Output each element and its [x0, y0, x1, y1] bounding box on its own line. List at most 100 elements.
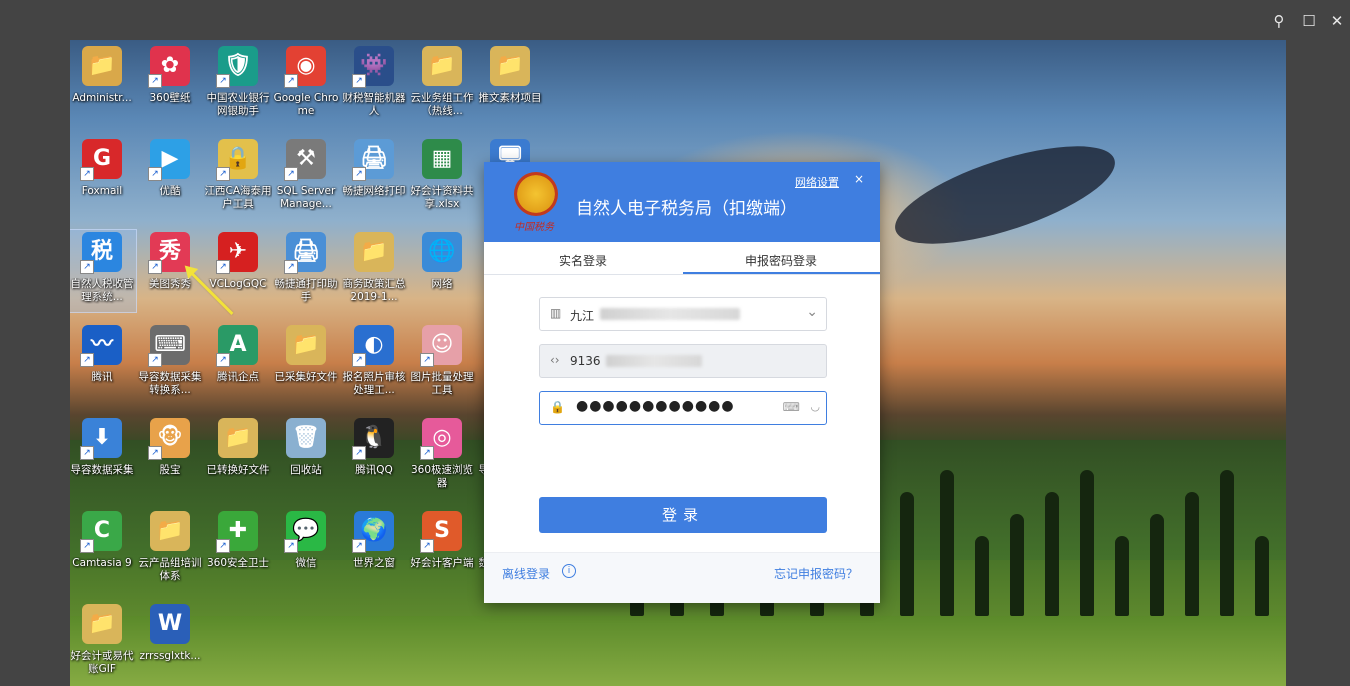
- password-value: ●●●●●●●●●●●●: [576, 398, 735, 414]
- pin-icon[interactable]: ⚲: [1270, 12, 1288, 30]
- desktop-icon-label: VCLogGQC: [209, 278, 267, 290]
- tab-password-login[interactable]: 申报密码登录: [682, 252, 880, 269]
- tree: [975, 536, 989, 616]
- desktop-icon[interactable]: ✈ ↗ VCLogGQC: [204, 230, 272, 312]
- desktop-icon-label: 已转换好文件: [206, 464, 270, 476]
- desktop-icon[interactable]: 🌐 网络: [408, 230, 476, 312]
- close-icon[interactable]: ✕: [1328, 12, 1346, 30]
- network-settings-link[interactable]: 网络设置: [795, 174, 839, 190]
- desktop-icon[interactable]: 📁 已转换好文件: [204, 416, 272, 498]
- shortcut-arrow-icon: ↗: [148, 353, 162, 367]
- login-button[interactable]: 登录: [539, 497, 827, 533]
- shortcut-arrow-icon: ↗: [352, 167, 366, 181]
- desktop-icon-label: 微信: [295, 557, 317, 569]
- shortcut-arrow-icon: ↗: [352, 74, 366, 88]
- app-icon: 📁: [82, 604, 122, 644]
- company-select[interactable]: ▥ 九江 ⌄: [539, 297, 827, 331]
- tree: [1185, 492, 1199, 616]
- desktop-icon[interactable]: ⚒ ↗ SQL Server Manage...: [272, 137, 340, 219]
- desktop-icon-label: 腾讯QQ: [355, 464, 393, 476]
- desktop-icon[interactable]: ▶ ↗ 优酷: [136, 137, 204, 219]
- shortcut-arrow-icon: ↗: [148, 260, 162, 274]
- desktop-icon[interactable]: 🔒 ↗ 江西CA海泰用户工具: [204, 137, 272, 219]
- desktop-icon-label: 推文素材项目: [478, 92, 542, 104]
- desktop-icon[interactable]: 📁 云产品组培训体系: [136, 509, 204, 591]
- desktop-icon-label: 好会计资料共享.xlsx: [410, 185, 474, 210]
- desktop-icon[interactable]: ☺ ↗ 图片批量处理工具: [408, 323, 476, 405]
- desktop-icon[interactable]: C ↗ Camtasia 9: [70, 509, 136, 591]
- desktop-icon[interactable]: ◉ ↗ Google Chrome: [272, 44, 340, 126]
- desktop-icon[interactable]: ⌨ ↗ 导容数据采集转换系...: [136, 323, 204, 405]
- desktop-icon[interactable]: ✿ ↗ 360壁纸: [136, 44, 204, 126]
- app-icon: 📁: [82, 46, 122, 86]
- keyboard-icon[interactable]: ⌨: [783, 400, 800, 414]
- tree: [940, 470, 954, 616]
- desktop-icon[interactable]: ◎ ↗ 360极速浏览器: [408, 416, 476, 498]
- tax-id-field[interactable]: ‹› 9136: [539, 344, 827, 378]
- desktop-icon[interactable]: 🛡 ↗ 中国农业银行网银助手: [204, 44, 272, 126]
- desktop-icon-label: 好会计或易代账GIF: [70, 650, 134, 675]
- image-viewer-window: ⚲ ☐ ✕ 📁 Administr... ✿ ↗ 360壁纸 🛡 ↗ 中国农业银行网银助手 ◉ ↗…: [0, 0, 1350, 686]
- desktop-icon[interactable]: 🗑 回收站: [272, 416, 340, 498]
- desktop-icon[interactable]: ▦ 好会计资料共享.xlsx: [408, 137, 476, 219]
- shortcut-arrow-icon: ↗: [284, 539, 298, 553]
- desktop-icon[interactable]: 🖨 ↗ 畅捷网络打印: [340, 137, 408, 219]
- lock-icon: 🔒: [550, 400, 565, 414]
- desktop-icon[interactable]: 🐵 ↗ 股宝: [136, 416, 204, 498]
- chevron-down-icon[interactable]: ⌄: [806, 304, 818, 320]
- desktop-icon[interactable]: 📁 商务政策汇总2019-1...: [340, 230, 408, 312]
- desktop-icon-label: Google Chrome: [273, 92, 339, 117]
- desktop-icon[interactable]: 📁 推文素材项目: [476, 44, 544, 126]
- desktop-icon[interactable]: S ↗ 好会计客户端: [408, 509, 476, 591]
- desktop-icon-label: 商务政策汇总2019-1...: [342, 278, 406, 303]
- desktop-icon-label: 360安全卫士: [206, 557, 270, 569]
- desktop-icon[interactable]: ⬇ ↗ 导容数据采集: [70, 416, 136, 498]
- desktop-icon[interactable]: ◐ ↗ 报名照片审核处理工...: [340, 323, 408, 405]
- shortcut-arrow-icon: ↗: [352, 539, 366, 553]
- info-icon[interactable]: i: [562, 564, 576, 578]
- desktop-icon[interactable]: 📁 Administr...: [70, 44, 136, 126]
- offline-login-link[interactable]: 离线登录: [502, 565, 550, 582]
- meadow: [70, 616, 1286, 686]
- password-field[interactable]: 🔒 ●●●●●●●●●●●● ⌨ ◡: [539, 391, 827, 425]
- desktop-icon[interactable]: Wzrrssglxtk...: [136, 602, 204, 684]
- dialog-footer: 离线登录 i 忘记申报密码？: [484, 552, 880, 603]
- desktop-icon-label: SQL Server Manage...: [276, 185, 336, 210]
- desktop-icon[interactable]: 税 ↗ 自然人税收管理系统...: [70, 229, 137, 313]
- shortcut-arrow-icon: ↗: [80, 353, 94, 367]
- desktop-icon[interactable]: 🌍 ↗ 世界之窗: [340, 509, 408, 591]
- tree: [1255, 536, 1269, 616]
- desktop-icon-label: 腾讯: [91, 371, 113, 383]
- emblem-caption: 中国税务: [514, 222, 554, 233]
- desktop-icon[interactable]: 👾 ↗ 财税智能机器人: [340, 44, 408, 126]
- desktop-icon[interactable]: 🐧 ↗ 腾讯QQ: [340, 416, 408, 498]
- desktop-icon[interactable]: A ↗ 腾讯企点: [204, 323, 272, 405]
- desktop-icon-label: 已采集好文件: [274, 371, 338, 383]
- desktop-icon-label: 股宝: [159, 464, 181, 476]
- desktop-icon[interactable]: 〰 ↗ 腾讯: [70, 323, 136, 405]
- desktop-icon[interactable]: ✚ ↗ 360安全卫士: [204, 509, 272, 591]
- shortcut-arrow-icon: ↗: [80, 446, 94, 460]
- shortcut-arrow-icon: ↗: [216, 353, 230, 367]
- tree: [900, 492, 914, 616]
- desktop-icon[interactable]: 📁 已采集好文件: [272, 323, 340, 405]
- shortcut-arrow-icon: ↗: [284, 260, 298, 274]
- tab-realname-login[interactable]: 实名登录: [484, 252, 682, 269]
- tax-id-value: 9136: [570, 354, 601, 368]
- shortcut-arrow-icon: ↗: [284, 167, 298, 181]
- eye-hidden-icon[interactable]: ◡: [810, 400, 820, 413]
- desktop-icon[interactable]: 📁 云业务组工作（热线...: [408, 44, 476, 126]
- desktop-icon[interactable]: 📁 好会计或易代账GIF: [70, 602, 136, 684]
- desktop-icon-label: 报名照片审核处理工...: [342, 371, 406, 396]
- login-tabs: 实名登录 申报密码登录: [484, 242, 880, 275]
- shortcut-arrow-icon: ↗: [216, 74, 230, 88]
- desktop-icon-label: 导容数据采集转换系...: [138, 371, 202, 396]
- company-value: 九江: [570, 309, 595, 323]
- app-icon: 📁: [354, 232, 394, 272]
- desktop-icon[interactable]: G ↗ Foxmail: [70, 137, 136, 219]
- desktop-icon[interactable]: 💬 ↗ 微信: [272, 509, 340, 591]
- maximize-icon[interactable]: ☐: [1300, 12, 1318, 30]
- desktop-icon[interactable]: 🖨 ↗ 畅捷通打印助手: [272, 230, 340, 312]
- dialog-close-icon[interactable]: ×: [854, 172, 864, 186]
- forgot-password-link[interactable]: 忘记申报密码？: [774, 565, 858, 582]
